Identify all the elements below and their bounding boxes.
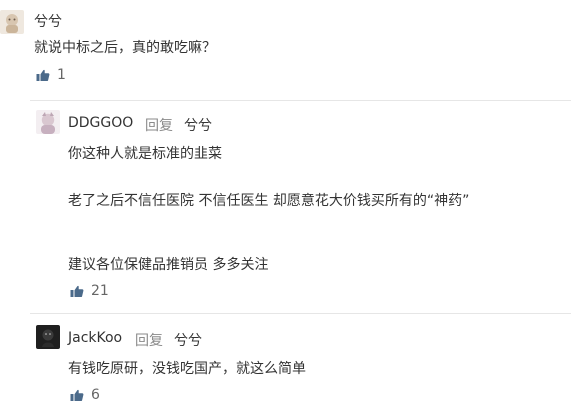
comment-2-reply-word: 回复: [145, 118, 173, 134]
comment-2-text-line-1: 你这种人就是标准的韭菜: [68, 146, 222, 162]
thumbs-up-icon: [35, 67, 51, 83]
comment-1-like-button[interactable]: 1: [35, 67, 66, 83]
comment-3-username[interactable]: JackKoo: [68, 330, 122, 346]
comment-1-like-count: 1: [57, 67, 66, 83]
avatar-1[interactable]: [0, 10, 24, 34]
comment-2-text-line-2: 老了之后不信任医院 不信任医生 却愿意花大价钱买所有的“神药”: [68, 193, 470, 209]
avatar-3-image: [36, 325, 60, 349]
comment-2-reply-target[interactable]: 兮兮: [184, 115, 212, 135]
comment-2-like-button[interactable]: 21: [69, 283, 109, 299]
divider-1: [30, 100, 571, 101]
comment-thread: 兮兮 就说中标之后，真的敢吃嘛？ 1 DDGGOO 回复 兮兮 你这种人就是标准…: [0, 0, 571, 412]
comment-2-like-count: 21: [91, 283, 109, 299]
comment-3-like-count: 6: [91, 387, 100, 403]
thumbs-up-icon: [69, 283, 85, 299]
comment-3-text-line-1: 有钱吃原研，没钱吃国产，就这么简单: [68, 361, 306, 377]
comment-1-username[interactable]: 兮兮: [34, 11, 62, 31]
divider-2: [30, 313, 571, 314]
comment-2-text-line-3: 建议各位保健品推销员 多多关注: [68, 257, 269, 273]
comment-3-reply-word: 回复: [135, 333, 163, 349]
comment-1-text-line-1: 就说中标之后，真的敢吃嘛？: [34, 40, 216, 56]
comment-3-reply-target[interactable]: 兮兮: [174, 330, 202, 350]
avatar-1-image: [0, 10, 24, 34]
thumbs-up-icon: [69, 387, 85, 403]
comment-2-username[interactable]: DDGGOO: [68, 115, 133, 131]
avatar-2-image: [36, 110, 60, 134]
comment-3-like-button[interactable]: 6: [69, 387, 100, 403]
avatar-3[interactable]: [36, 325, 60, 349]
avatar-2[interactable]: [36, 110, 60, 134]
